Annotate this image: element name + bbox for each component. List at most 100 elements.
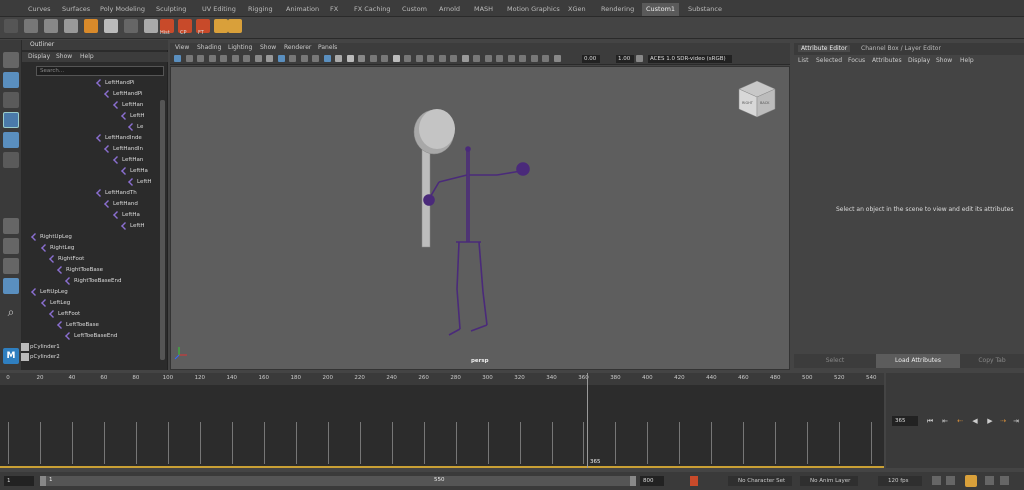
playhead[interactable] <box>587 373 588 468</box>
outliner-joint-item[interactable]: LeftH <box>121 111 144 121</box>
shape-icon[interactable] <box>44 19 58 33</box>
current-frame-field[interactable]: 365 <box>892 416 918 426</box>
viewport-tool-icon[interactable] <box>185 55 193 62</box>
grid-icon[interactable] <box>4 19 18 33</box>
skeleton-rig[interactable] <box>423 146 530 336</box>
load-attributes-button[interactable]: Load Attributes <box>876 354 960 368</box>
two-view-icon[interactable] <box>3 258 19 274</box>
viewport-tool-icon[interactable] <box>300 55 308 62</box>
viewport-tool-icon[interactable] <box>197 55 204 62</box>
shelf-tab-motion-graphics[interactable]: Motion Graphics <box>503 3 564 16</box>
soft-cube-icon[interactable] <box>64 19 78 33</box>
viewport-tool-icon[interactable] <box>266 55 273 62</box>
rotate-tool-icon[interactable] <box>3 132 19 148</box>
ae-menu-help[interactable]: Help <box>960 57 974 64</box>
outliner-mesh-item[interactable]: pCylinder1 <box>21 342 60 352</box>
anim-prefs-icon[interactable] <box>946 476 955 485</box>
viewport-menu-shading[interactable]: Shading <box>197 44 221 51</box>
outliner-joint-item[interactable]: LeftHan <box>113 100 143 110</box>
ae-menu-attributes[interactable]: Attributes <box>872 57 902 64</box>
shelf-tab-fx[interactable]: FX <box>326 3 342 16</box>
viewport-tool-icon[interactable] <box>277 55 285 62</box>
outliner-joint-item[interactable]: LeftHandInde <box>96 133 142 143</box>
viewport-tool-icon[interactable] <box>636 55 643 62</box>
viewport-tool-icon[interactable] <box>208 55 216 62</box>
shelf-tab-fx-caching[interactable]: FX Caching <box>350 3 395 16</box>
outliner-menu-display[interactable]: Display <box>28 53 50 60</box>
viewport-tool-icon[interactable] <box>507 55 515 62</box>
outliner-joint-item[interactable]: LeftHandPi <box>96 78 135 88</box>
shelf-tab-animation[interactable]: Animation <box>282 3 323 16</box>
outliner-joint-item[interactable]: LeftHandIn <box>104 144 143 154</box>
outliner-search-input[interactable]: Search... <box>36 66 164 76</box>
outliner-menu-show[interactable]: Show <box>56 53 72 60</box>
time-ruler[interactable]: 0 20 40 60 80 100 120 140 160 180 200 220 240 260 280 3… <box>0 373 884 385</box>
animation-start-field[interactable]: 1 <box>4 476 34 486</box>
outliner-joint-item[interactable]: LeftToeBase <box>57 320 99 330</box>
time-editor-icon[interactable] <box>1000 476 1009 485</box>
shelf-tab-custom[interactable]: Custom <box>398 3 431 16</box>
viewport-menu-show[interactable]: Show <box>260 44 276 51</box>
record-key-icon[interactable] <box>965 475 977 487</box>
range-slider[interactable]: 1 550 <box>40 476 636 486</box>
exposure-field[interactable]: 0.00 <box>582 55 600 63</box>
shelf-tab-sculpting[interactable]: Sculpting <box>152 3 190 16</box>
outliner-joint-item[interactable]: RightLeg <box>41 243 74 253</box>
bone-icon-b[interactable] <box>228 19 242 33</box>
single-view-icon[interactable] <box>3 218 19 234</box>
step-forward-key-icon[interactable]: ⇥ <box>1012 417 1020 425</box>
viewport-tool-icon[interactable] <box>220 55 227 62</box>
viewport-menu-lighting[interactable]: Lighting <box>228 44 252 51</box>
viewport-tool-icon[interactable] <box>358 55 365 62</box>
viewport-tool-icon[interactable] <box>473 55 480 62</box>
outliner-joint-item[interactable]: LeftHandTh <box>96 188 137 198</box>
auto-key-icon[interactable] <box>932 476 941 485</box>
scale-tool-icon[interactable] <box>3 152 19 168</box>
viewport-tool-icon[interactable] <box>381 55 388 62</box>
timeline-track[interactable] <box>0 385 884 468</box>
outliner-joint-item[interactable]: LeftHandPi <box>104 89 143 99</box>
cylinder-prop[interactable] <box>413 109 455 248</box>
viewport-tool-icon[interactable] <box>289 55 296 62</box>
viewport-tool-icon[interactable] <box>243 55 250 62</box>
viewport-tool-icon[interactable] <box>530 55 538 62</box>
shelf-tab-surfaces[interactable]: Surfaces <box>58 3 94 16</box>
viewport-tool-icon[interactable] <box>427 55 434 62</box>
shelf-tab-xgen[interactable]: XGen <box>564 3 590 16</box>
step-back-key-icon[interactable]: ⇤ <box>941 417 949 425</box>
bone-icon-a[interactable] <box>214 19 228 33</box>
outliner-joint-item[interactable]: RightToeBaseEnd <box>65 276 122 286</box>
step-forward-frame-icon[interactable]: ⇢ <box>999 417 1007 425</box>
outliner-joint-item[interactable]: LeftFoot <box>49 309 80 319</box>
step-back-frame-icon[interactable]: ⇠ <box>956 417 964 425</box>
key-tangent-icon[interactable] <box>690 476 698 486</box>
outliner-joint-item[interactable]: LeftHa <box>121 166 148 176</box>
ae-menu-selected[interactable]: Selected <box>816 57 842 64</box>
outliner-layout-icon[interactable] <box>3 278 19 294</box>
viewport-menu-renderer[interactable]: Renderer <box>284 44 311 51</box>
outliner-joint-item[interactable]: LeftToeBaseEnd <box>65 331 117 341</box>
ae-menu-show[interactable]: Show <box>936 57 952 64</box>
viewport-tool-icon[interactable] <box>323 55 331 62</box>
viewport-tool-icon[interactable] <box>519 55 526 62</box>
pivot-icon[interactable] <box>104 19 118 33</box>
outliner-scrollbar[interactable] <box>160 100 165 360</box>
gamma-field[interactable]: 1.00 <box>616 55 634 63</box>
four-view-icon[interactable] <box>3 238 19 254</box>
fps-dropdown[interactable]: 120 fps <box>878 476 922 486</box>
view-cube[interactable] <box>738 80 776 118</box>
viewport-tool-icon[interactable] <box>174 55 181 62</box>
viewport-3d[interactable]: RIGHT BACK persp <box>170 66 790 370</box>
shelf-tab-poly-modeling[interactable]: Poly Modeling <box>96 3 149 16</box>
settings-icon[interactable] <box>985 476 994 485</box>
lasso-tool-icon[interactable] <box>3 72 19 88</box>
tab-attribute-editor[interactable]: Attribute Editor <box>798 45 851 52</box>
play-forwards-icon[interactable]: ▶ <box>986 417 994 425</box>
select-tool-icon[interactable] <box>3 52 19 68</box>
range-start-handle[interactable] <box>40 476 46 486</box>
animation-end-field[interactable]: 800 <box>640 476 664 486</box>
select-button[interactable]: Select <box>794 354 876 368</box>
viewport-menu-view[interactable]: View <box>175 44 189 51</box>
viewport-tool-icon[interactable] <box>369 55 377 62</box>
viewport-tool-icon[interactable] <box>542 55 549 62</box>
